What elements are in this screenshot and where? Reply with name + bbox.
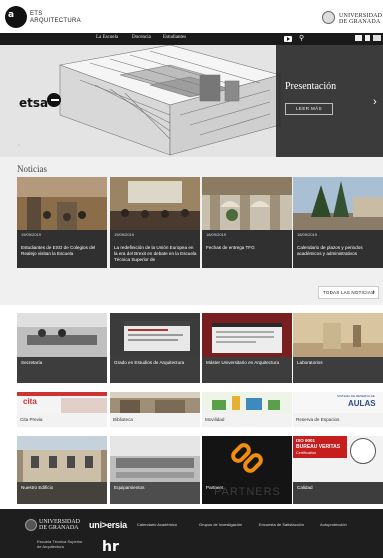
bureau-veritas-seal-icon [350,438,376,464]
info-label: Equipamientos [110,482,200,504]
slider-next-icon[interactable]: › [373,96,377,108]
hr-excellence-logo[interactable]: hr [102,539,119,555]
info-label: Nuestro Edificio [17,482,107,504]
etsa-logo: etsa [19,96,49,110]
slider-prev-icon[interactable]: ‹ [18,143,20,149]
news-date: 18/09/2019 [206,232,227,237]
service-label: Reserva de Espacios [293,413,383,427]
section-image [293,313,383,357]
cita-logo-text: cita [23,397,37,406]
ugr-seal-icon[interactable] [322,11,335,24]
service-image [202,392,292,413]
service-tile-movilidad[interactable]: Movilidad [202,392,292,427]
section-tile-master[interactable]: Máster Universitario en Arquitectura [202,313,292,383]
mail-icon[interactable] [355,35,362,41]
reserva-small-text: SISTEMA DE RESERVA DE [337,394,375,398]
news-image [110,177,200,230]
section-image [202,313,292,357]
leer-mas-button[interactable]: LEER MÁS [285,103,333,115]
news-section: Noticias 19/09/2019 Estudiantes de ESO d… [0,157,383,305]
users-icon[interactable] [373,35,381,41]
universia-logo[interactable]: uni>ersia [89,520,127,530]
iso-text: ISO 9001 [296,438,316,443]
ugr-logo-text[interactable]: UNIVERSIDAD DE GRANADA [339,13,382,25]
info-label: Calidad [293,482,383,504]
page: a ETS ARQUITECTURA UNIVERSIDAD DE GRANAD… [0,0,383,558]
site-footer: UNIVERSIDAD DE GRANADA Escuela Técnica S… [0,509,383,558]
footer-link-calendario[interactable]: Calendario Académico [137,522,177,527]
bureau-veritas-text: BUREAU VERITAS [296,444,341,450]
news-image [293,177,383,230]
info-tile-equipamientos[interactable]: Equipamientos [110,436,200,504]
info-tile-edificio[interactable]: Nuestro Edificio [17,436,107,504]
all-news-button[interactable]: TODAS LAS NOTICIAS › [318,286,379,299]
info-tile-partners[interactable]: PARTNERS Partners [202,436,292,504]
ugr-seal-icon[interactable] [25,519,37,531]
ets-logo-text[interactable]: ETS ARQUITECTURA [30,11,81,25]
section-label: Secretaría [17,357,107,383]
news-title: Fechas de entrega TFG [206,245,255,250]
section-tile-laboratorios[interactable]: Laboratorios [293,313,383,383]
service-label: Movilidad [202,413,292,427]
chain-link-icon [202,436,292,482]
chevron-right-icon: › [372,289,375,296]
nav-item-estudiantes[interactable]: Estudiantes [163,35,186,40]
site-header: a ETS ARQUITECTURA UNIVERSIDAD DE GRANAD… [0,0,383,33]
info-label: Partners [206,485,224,490]
news-date: 19/09/2019 [21,232,42,237]
footer-school-text: Escuela Técnica Superior de Arquitectura [37,539,83,549]
search-icon[interactable]: ⚲ [299,34,304,42]
news-image [17,177,107,230]
section-image [110,313,200,357]
section-tile-grado[interactable]: Grado en Estudios de Arquitectura [110,313,200,383]
footer-link-encuesta[interactable]: Encuesta de Satisfacción [259,522,304,527]
news-card[interactable]: 18/09/2019 Fechas de entrega TFG [202,177,292,268]
service-label: Cita Previa [17,413,107,427]
news-card[interactable]: 18/09/2019 Calendario de plazos y period… [293,177,383,268]
youtube-icon[interactable] [284,36,292,42]
etsa-logo-mark [47,93,61,107]
hero-caption-panel: Presentación LEER MÁS [276,45,383,157]
document-icon[interactable] [365,35,370,41]
news-card[interactable]: 19/09/2019 Estudiantes de ESO de Colegio… [17,177,107,268]
service-label: Biblioteca [110,413,200,427]
service-tile-reserva[interactable]: SISTEMA DE RESERVA DE AULAS Reserva de E… [293,392,383,427]
section-image [17,313,107,357]
news-date: 18/09/2019 [297,232,318,237]
nav-item-docencia[interactable]: Docencia [132,35,151,40]
footer-link-autoproteccion[interactable]: Autoprotección [320,522,347,527]
section-label: Máster Universitario en Arquitectura [202,357,292,383]
news-image [202,177,292,230]
certification-text: Certification [296,451,317,455]
ets-logo-mark[interactable]: a [5,6,27,28]
news-title: Estudiantes de ESO de Colegios del Reale… [21,245,96,256]
service-tile-cita-previa[interactable]: cita Cita Previa [17,392,107,427]
section-label: Laboratorios [293,357,383,383]
service-tile-biblioteca[interactable]: Biblioteca [110,392,200,427]
section-label: Grado en Estudios de Arquitectura [110,357,200,383]
aulas-text: AULAS [348,399,376,408]
main-nav: La Escuela Docencia Estudiantes ⚲ [0,33,383,45]
info-tile-calidad[interactable]: ISO 9001 BUREAU VERITAS Certification Ca… [293,436,383,504]
footer-link-grupos[interactable]: Grupos de Investigación [199,522,242,527]
news-title: Calendario de plazos y periodos académic… [297,245,363,256]
hero-title: Presentación [285,81,337,92]
iso-banner: ISO 9001 BUREAU VERITAS Certification [293,436,347,458]
news-heading: Noticias [17,164,47,174]
news-title: La redefinición de la Unión Europea en l… [114,245,197,262]
footer-ugr-text[interactable]: UNIVERSIDAD DE GRANADA [39,519,80,531]
news-date: 19/09/2019 [114,232,135,237]
nav-item-la-escuela[interactable]: La Escuela [96,35,118,40]
news-card[interactable]: 19/09/2019 La redefinición de la Unión E… [110,177,200,268]
service-image [110,392,200,413]
section-tile-secretaria[interactable]: Secretaría [17,313,107,383]
